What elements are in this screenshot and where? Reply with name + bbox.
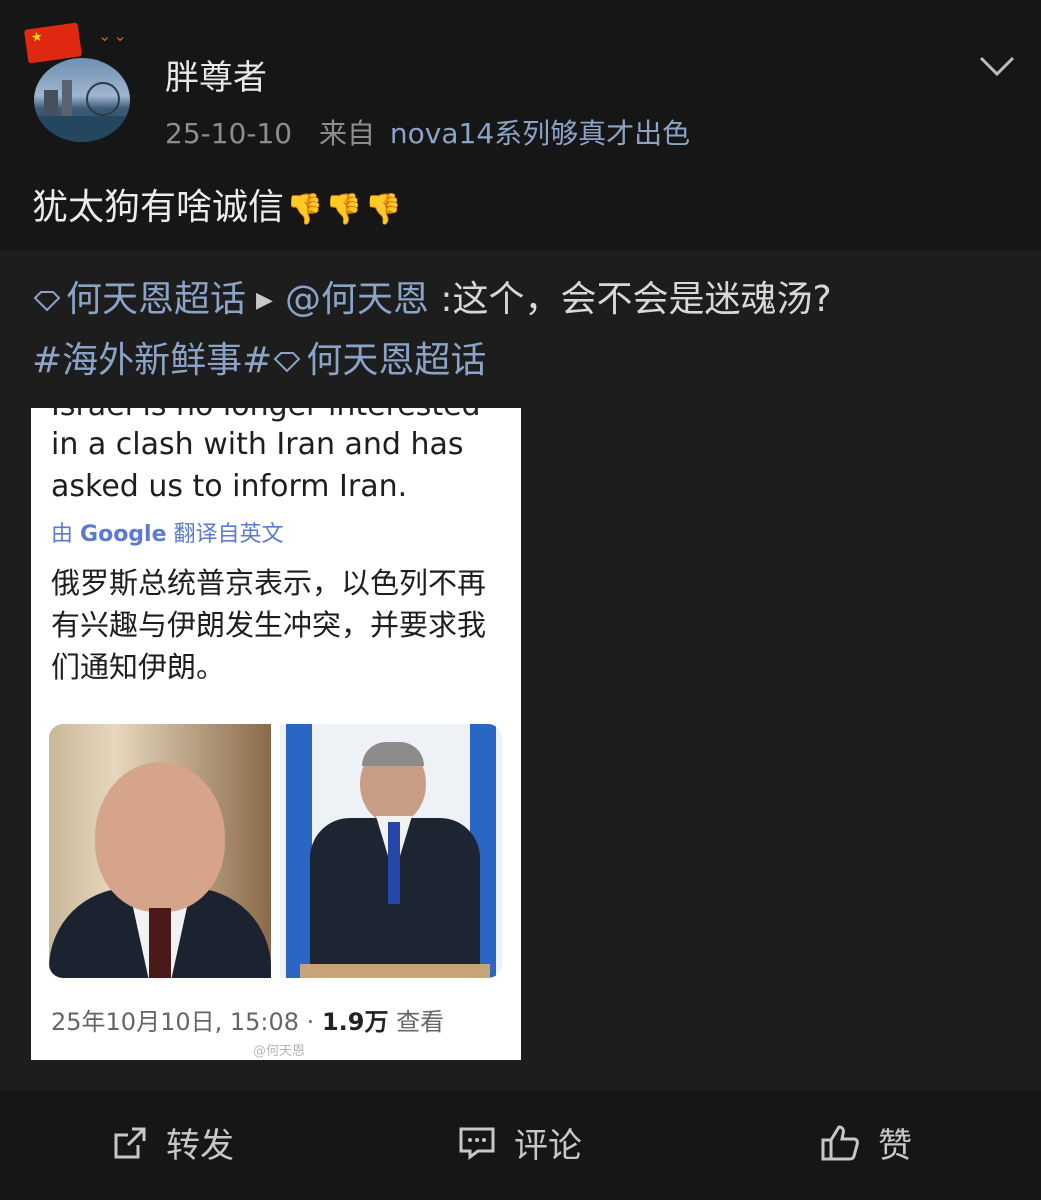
play-arrow-icon: ▶: [256, 288, 273, 313]
comment-label: 评论: [514, 1126, 582, 1166]
translation-prefix: 由: [51, 522, 74, 547]
like-label: 赞: [878, 1126, 912, 1166]
putin-photo: [49, 724, 271, 978]
like-button[interactable]: 赞: [820, 1118, 912, 1167]
action-bar: 转发 评论 赞: [0, 1090, 1041, 1200]
cut-line: Israel is no longer interested: [51, 408, 481, 423]
share-icon: [114, 1127, 146, 1158]
diamond-icon: [33, 291, 61, 312]
diamond-icon: [273, 352, 301, 373]
from-label: 来自: [319, 117, 376, 150]
post-meta: 25-10-10 来自 nova14系列够真才出色: [165, 112, 690, 152]
mention-link[interactable]: @何天恩: [285, 279, 429, 320]
avatar[interactable]: [34, 58, 130, 142]
hashtag-link[interactable]: #海外新鲜事#: [32, 340, 272, 381]
views-label: 查看: [388, 1008, 445, 1036]
post-header: ★ ⌄⌄ 胖尊者 25-10-10 来自 nova14系列够真才出色 犹太狗有啥…: [0, 0, 1041, 250]
netanyahu-photo: [280, 724, 502, 978]
repost-label: 转发: [166, 1126, 234, 1166]
thumbs-down-emoji: 👎: [364, 192, 403, 227]
post-date: 25-10-10: [165, 117, 293, 150]
repost-text: 何天恩超话 ▶ @何天恩 :这个，会不会是迷魂汤? #海外新鲜事# 何天恩超话: [32, 270, 1012, 391]
repost-button[interactable]: 转发: [112, 1118, 234, 1167]
username[interactable]: 胖尊者: [165, 50, 267, 99]
translation-suffix: 翻译自英文: [173, 522, 284, 547]
translation-note: 由 Google 翻译自英文: [51, 516, 284, 548]
view-count: 1.9万: [321, 1008, 389, 1036]
topic-link-2[interactable]: 何天恩超话: [306, 340, 486, 381]
source-device[interactable]: nova14系列够真才出色: [390, 117, 690, 150]
comment-button[interactable]: 评论: [458, 1118, 582, 1167]
post-text: 犹太狗有啥诚信👎👎👎: [32, 178, 402, 230]
thumbs-up-icon: [821, 1124, 859, 1160]
timestamp-text: 25年10月10日, 15:08 ·: [51, 1008, 322, 1036]
tweet-timestamp: 25年10月10日, 15:08 · 1.9万 查看: [51, 1002, 444, 1037]
post-body: 犹太狗有啥诚信: [32, 187, 285, 228]
china-flag-icon: ★: [23, 22, 83, 64]
comment-icon: [459, 1127, 495, 1160]
birds-icon: ⌄⌄: [98, 26, 129, 45]
chevron-down-icon[interactable]: [979, 50, 1015, 80]
english-text: in a clash with Iran and has asked us to…: [51, 427, 464, 504]
weibo-watermark: @何天恩: [253, 1044, 306, 1059]
google-logo: Google: [80, 522, 167, 547]
topic-link[interactable]: 何天恩超话: [66, 279, 246, 320]
repost-body: :这个，会不会是迷魂汤?: [440, 279, 832, 320]
chinese-text: 俄罗斯总统普京表示，以色列不再有兴趣与伊朗发生冲突，并要求我们通知伊朗。: [51, 566, 487, 684]
thumbs-down-emoji: 👎: [325, 192, 363, 227]
thumbs-down-emoji: 👎: [286, 192, 324, 227]
embedded-image[interactable]: Israel is no longer interested in a clas…: [31, 408, 521, 1060]
